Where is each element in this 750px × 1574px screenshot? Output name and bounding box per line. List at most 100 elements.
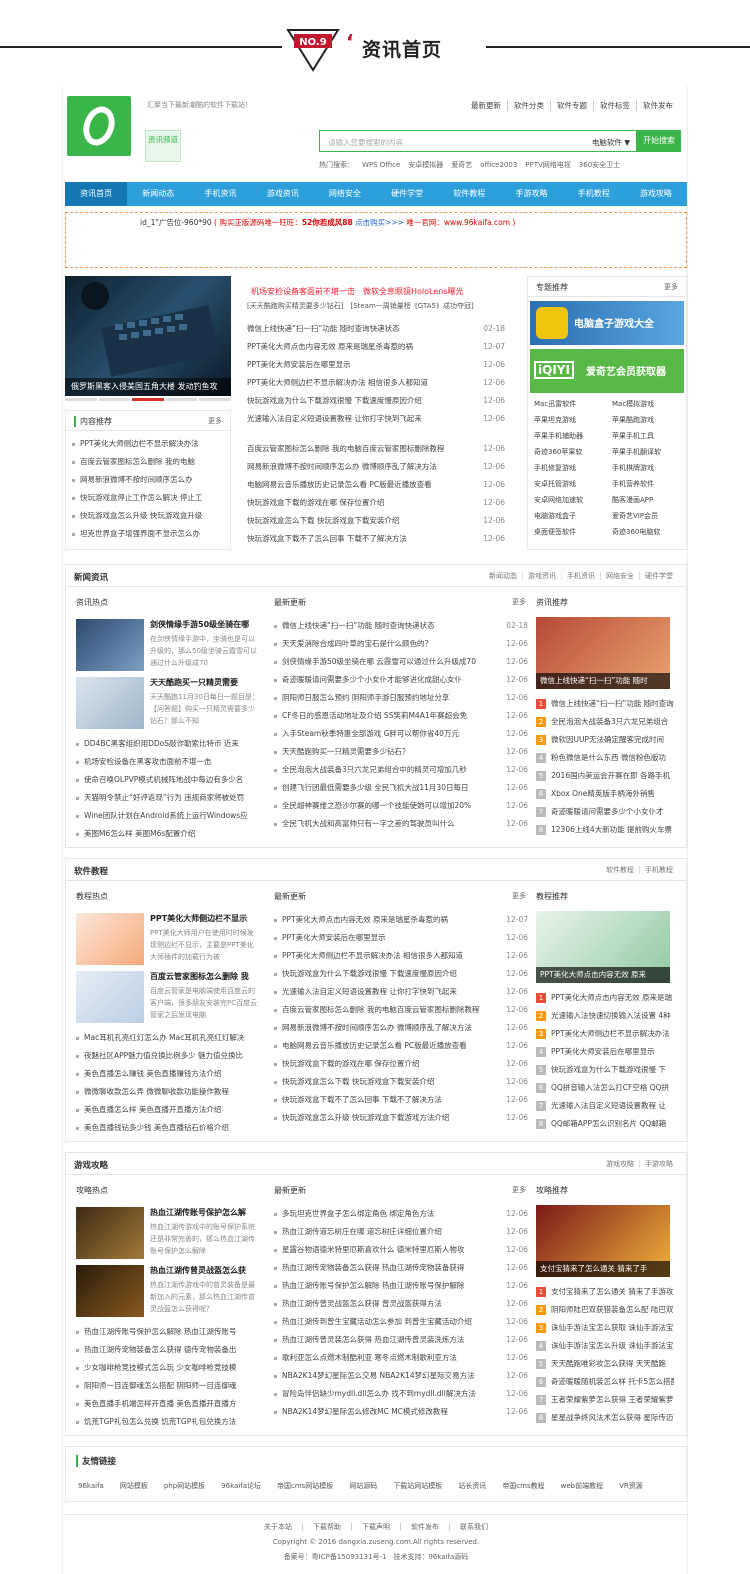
news-rank-item-title[interactable]: 2016国内美运会开赛在即 各路手机 — [551, 771, 670, 780]
soft-rank-item[interactable]: 4 PPT美化大师安装后在哪里显示 — [536, 1043, 674, 1061]
topic-link[interactable]: 奇迹360电脑软 — [612, 527, 684, 537]
news-latest-item[interactable]: 剑侠情缘手游50级坐骑在哪 云霞雪可以通过什么升级成70 12-06 — [274, 653, 528, 671]
top-news-item[interactable]: 网易新浪微博不按时间顺序怎么办 微博顺序乱了解决方法 12-06 — [247, 458, 505, 476]
friend-link[interactable]: 帝国cms网站模板 — [277, 1482, 333, 1490]
soft-feature-1-title[interactable]: PPT美化大师侧边栏不显示 — [150, 913, 260, 924]
game-rank-item[interactable]: 8 星星战争终风法术怎么获得 星际传迈 — [536, 1409, 674, 1427]
game-rank-item-title[interactable]: 支付宝猜来了怎么通关 猜来了手游攻 — [551, 1287, 673, 1296]
topic-link[interactable]: 酷客漫画APP — [612, 495, 684, 505]
news-latest-item[interactable]: 全民飞机大战和高富帅只有一字之差的驾驶员叫什么 12-06 — [274, 815, 528, 833]
news-rank-item[interactable]: 4 粉色微信是什么东西 微信粉色版功 — [536, 749, 674, 767]
news-hot-item[interactable]: 天猫明令禁止“好评返现”行为 违规商家将被处罚 — [76, 789, 260, 807]
soft-rec-image[interactable]: PPT美化大师点击内容无效 原来 — [536, 911, 670, 983]
game-rec-caption[interactable]: 支付宝猜来了怎么通关 猜来了手 — [536, 1261, 670, 1277]
soft-rank-item[interactable]: 1 PPT美化大师点击内容无效 原来是瑞 — [536, 989, 674, 1007]
news-rank-item-title[interactable]: 微软因UUP无法确定醒客完成时间 — [551, 735, 664, 744]
ad-banner[interactable]: id_1"广告位-960*90 ( 购买正版源码唯一旺旺：52你若成风88 点击… — [65, 212, 687, 268]
news-rank-item[interactable]: 2 全民泡泡大战装备3只六龙兄弟组合 — [536, 713, 674, 731]
news-latest-item[interactable]: 微信上线快递“扫一扫”功能 随时查询快递状态 02-18 — [274, 617, 528, 635]
news-latest-item[interactable]: 阴阳师日服怎么预约 阴阳师手游日服预约地址分享 12-06 — [274, 689, 528, 707]
soft-latest-item-title[interactable]: 快玩游戏盒怎么升级 快玩游戏盒下载游戏方法介绍 — [282, 1113, 449, 1122]
news-tab[interactable]: 新闻动态 — [484, 572, 522, 580]
top-news-item-title[interactable]: 快玩游戏盒为什么下载游戏很慢 下载速度慢原因介绍 — [247, 396, 422, 405]
soft-rank-item-title[interactable]: 光速输入法快速切换输入法设置 4种 — [551, 1011, 671, 1020]
soft-hot-item[interactable]: Mac耳机孔亮红灯怎么办 Mac耳机孔亮红灯解决 — [76, 1029, 260, 1047]
game-latest-item[interactable]: 热血江湖传曾灵战盔怎么获得 曾灵战盔获得方法 12-06 — [274, 1295, 528, 1313]
topnav-category[interactable]: 软件分类 — [507, 100, 550, 111]
news-latest-item[interactable]: 全民泡泡大战装备3只六龙兄弟组合中的精灵可增加几秒 12-06 — [274, 761, 528, 779]
topic-link[interactable]: 苹果手机工具 — [612, 431, 684, 441]
nav-home[interactable]: 资讯首页 — [65, 182, 128, 206]
game-rank-item[interactable]: 5 天天酷跑唯彩妆怎么获得 天天酷跑 — [536, 1355, 674, 1373]
news-latest-item-title[interactable]: 创建飞行团最低需要多少级 全民飞机大战11月30日每日 — [282, 783, 468, 792]
soft-latest-item-title[interactable]: 电脑网易云音乐播放历史记录怎么看 PC版最近播放查看 — [282, 1041, 467, 1050]
footer-link[interactable]: 软件发布 — [400, 1523, 449, 1531]
hot-link[interactable]: 安卓模拟器 — [408, 161, 443, 169]
soft-latest-item-title[interactable]: 百度云管家图标怎么删除 我的电脑百度云管家图标删除教程 — [282, 1005, 479, 1014]
news-latest-item-title[interactable]: 剑侠情缘手游50级坐骑在哪 云霞雪可以通过什么升级成70 — [282, 657, 476, 666]
topic-link[interactable]: 手机营养软件 — [612, 479, 684, 489]
slider-dot[interactable] — [98, 398, 131, 401]
news-tab[interactable]: 手机资讯 — [561, 572, 600, 580]
game-rec-image[interactable]: 支付宝猜来了怎么通关 猜来了手 — [536, 1205, 670, 1277]
news-latest-item[interactable]: 入手Steam秋季特惠全部游戏 G胖可以帮你省40万元 12-06 — [274, 725, 528, 743]
topic-link[interactable]: 安卓托管游戏 — [534, 479, 606, 489]
game-rank-item[interactable]: 1 支付宝猜来了怎么通关 猜来了手游攻 — [536, 1283, 674, 1301]
friend-link[interactable]: 站长资讯 — [458, 1482, 486, 1490]
top-news-item-title[interactable]: PPT美化大师点击内容无效 原来是瑞星杀毒惹的祸 — [247, 342, 413, 351]
soft-hot-item[interactable]: 美色直播怎么样 美色直播开直播方法介绍 — [76, 1101, 260, 1119]
news-rank-item-title[interactable]: 奇迹暖暖请问需要多少个小女仆才 — [551, 807, 664, 816]
top-news-item-title[interactable]: 光速输入法自定义短语设置教程 让你打字快到飞起来 — [247, 414, 422, 423]
game-latest-item-title[interactable]: 热血江湖传曾灵战盔怎么获得 曾灵战盔获得方法 — [282, 1299, 442, 1308]
soft-latest-item-title[interactable]: PPT美化大师侧边栏不显示解决办法 相信很多人都知道 — [282, 951, 463, 960]
headline-main[interactable]: 机场安检设备客面前不堪一击 微软全息眼镜HoloLens曝光 — [251, 286, 464, 297]
news-hot-item[interactable]: 美图M6怎么样 美图M6s配置介绍 — [76, 825, 260, 843]
game-latest-item-title[interactable]: 歌利亚怎么点燃木制酷利亚 寒冬点燃木制歌利亚方法 — [282, 1353, 457, 1362]
news-latest-item-title[interactable]: CF冬日的感恩活动地址及介绍 SS笑莉M4A1年赛超会免 — [282, 711, 467, 720]
footer-link[interactable]: 关于本站 — [254, 1523, 302, 1531]
top-news-item[interactable]: 快玩游戏盒为什么下载游戏很慢 下载速度慢原因介绍 12-06 — [247, 392, 505, 410]
nav-game[interactable]: 游戏资讯 — [252, 182, 314, 206]
game-latest-item-title[interactable]: 热血江湖传曾灵装怎么获得 热血江湖传曾灵装洗炼方法 — [282, 1335, 464, 1344]
news-latest-item[interactable]: 奇迹暖暖请问需要多少个小女仆才能够进化成甜心女仆 12-06 — [274, 671, 528, 689]
news-latest-item-title[interactable]: 入手Steam秋季特惠全部游戏 G胖可以帮你省40万元 — [282, 729, 459, 738]
soft-latest-item-title[interactable]: 快玩游戏盒下载不了怎么回事 下载不了解决方法 — [282, 1095, 442, 1104]
soft-hot-item[interactable]: 微微聊收款怎么弄 微微聊收款功能操作教程 — [76, 1083, 260, 1101]
friend-link[interactable]: 下载站网站模板 — [393, 1482, 442, 1490]
game-latest-item[interactable]: NBA2K14梦幻星际怎么交易 NBA2K14梦幻星际交易方法 12-06 — [274, 1367, 528, 1385]
soft-hot-item[interactable]: 夜魅社区APP魅力值兑换比例多少 魅力值兑换比 — [76, 1047, 260, 1065]
topnav-topic[interactable]: 软件专题 — [550, 100, 593, 111]
game-latest-item[interactable]: 冒险岛伴侣缺少mydll.dll怎么办 找不到mydll.dll解决方法 12-0… — [274, 1385, 528, 1403]
game-latest-item-title[interactable]: 多玩坦克世界盒子怎么绑定角色 绑定角色方法 — [282, 1209, 434, 1218]
soft-latest-item[interactable]: 快玩游戏盒为什么下载游戏很慢 下载速度慢原因介绍 12-06 — [274, 965, 528, 983]
friend-link[interactable]: php网站模板 — [164, 1482, 205, 1490]
soft-feature-2-title[interactable]: 百度云管家图标怎么删除 我 — [150, 971, 260, 982]
top-news-item[interactable]: 快玩游戏盒怎么下载 快玩游戏盒下载安装介绍 12-06 — [247, 512, 505, 530]
content-rec-item[interactable]: 网易新浪微博不按时间顺序怎么办 — [72, 471, 224, 489]
news-tab[interactable]: 游戏资讯 — [522, 572, 561, 580]
top-news-item[interactable]: 微信上线快递“扫一扫”功能 随时查询快递状态 02-18 — [247, 320, 505, 338]
soft-latest-item-title[interactable]: 快玩游戏盒为什么下载游戏很慢 下载速度慢原因介绍 — [282, 969, 457, 978]
game-latest-item-title[interactable]: 星露谷物语德米特里厄斯喜欢什么 德米特里厄斯人物攻 — [282, 1245, 464, 1254]
channel-button[interactable]: 资讯频道 — [145, 130, 181, 162]
top-news-item[interactable]: 快玩游戏盒下载的游戏在哪 保存位置介绍 12-06 — [247, 494, 505, 512]
game-tab[interactable]: 游戏攻略 — [601, 1160, 639, 1168]
slider-dot[interactable] — [65, 398, 97, 401]
game-latest-item-title[interactable]: NBA2K14梦幻星际怎么修改MC MC模式修改教程 — [282, 1407, 448, 1416]
soft-rank-item-title[interactable]: PPT美化大师侧边栏不显示解决办法 — [551, 1029, 670, 1038]
soft-latest-item-title[interactable]: 网易新浪微博不按时间顺序怎么办 微博顺序乱了解决方法 — [282, 1023, 472, 1032]
top-news-item-title[interactable]: 快玩游戏盒怎么下载 快玩游戏盒下载安装介绍 — [247, 516, 399, 525]
hot-link[interactable]: 爱奇艺 — [451, 161, 472, 169]
game-latest-item-title[interactable]: 热血江湖传到曾生宝藏活动怎么参加 到曾生宝藏活动介绍 — [282, 1317, 472, 1326]
news-rank-item[interactable]: 1 微信上线快递“扫一扫”功能 随时查询 — [536, 695, 674, 713]
soft-rank-item-title[interactable]: 快玩游戏盒为什么下载游戏很慢 下 — [551, 1065, 666, 1074]
slider-dot[interactable] — [199, 398, 231, 401]
news-latest-item[interactable]: 创建飞行团最低需要多少级 全民飞机大战11月30日每日 12-06 — [274, 779, 528, 797]
news-rank-item-title[interactable]: 12306上线4大新功能 提前购火车票 — [551, 825, 672, 834]
news-latest-item[interactable]: CF冬日的感恩活动地址及介绍 SS笑莉M4A1年赛超会免 12-06 — [274, 707, 528, 725]
soft-tab[interactable]: 软件教程 — [601, 866, 639, 874]
friend-link[interactable]: 96kaifa论坛 — [221, 1482, 261, 1490]
content-rec-item[interactable]: 快玩游戏盒停止工作怎么解决 停止工 — [72, 489, 224, 507]
topic-link[interactable]: 奇迹360苹果软 — [534, 447, 606, 457]
game-latest-item[interactable]: 热血江湖传曾灵装怎么获得 热血江湖传曾灵装洗炼方法 12-06 — [274, 1331, 528, 1349]
